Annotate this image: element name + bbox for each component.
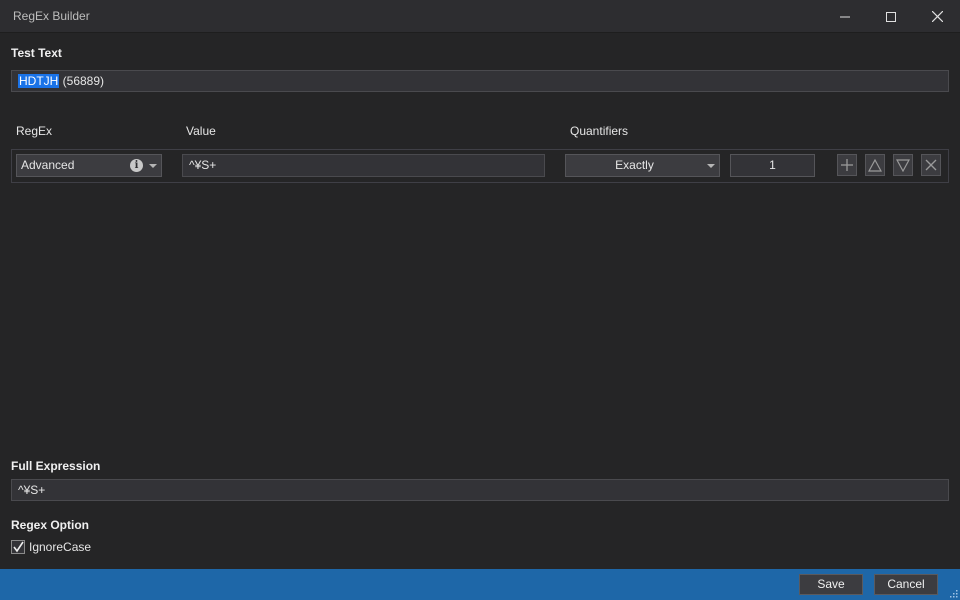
value-text: ^¥S+ [189,158,217,172]
column-header-quantifiers: Quantifiers [570,124,629,138]
column-header-value: Value [186,124,216,138]
plus-icon [841,159,853,171]
chevron-down-icon [707,164,715,168]
triangle-up-icon [868,158,882,172]
ignore-case-label[interactable]: IgnoreCase [29,540,91,554]
test-text-input[interactable]: HDTJH (56889) [11,70,949,92]
minimize-button[interactable] [822,0,868,33]
regex-type-value: Advanced [21,158,75,172]
checkmark-icon [13,541,24,553]
full-expression-field[interactable]: ^¥S+ [11,479,949,501]
ignore-case-checkbox[interactable] [11,540,25,554]
full-expression-label: Full Expression [11,459,101,473]
chevron-down-icon [149,164,157,168]
maximize-icon [886,11,896,22]
quantifier-value: Exactly [615,158,654,172]
add-row-button[interactable] [837,154,857,176]
move-up-button[interactable] [865,154,885,176]
window-title: RegEx Builder [13,9,90,23]
selected-text: HDTJH [18,74,60,88]
close-icon [931,11,943,22]
test-text-label: Test Text [11,46,62,60]
quantifier-dropdown[interactable]: Exactly [565,154,720,177]
footer-bar: Save Cancel [0,569,960,600]
column-header-regex: RegEx [16,124,53,138]
close-window-button[interactable] [914,0,960,33]
save-button[interactable]: Save [799,574,863,595]
info-icon[interactable]: i [130,159,143,172]
remove-row-button[interactable] [921,154,941,176]
quantifier-count: 1 [769,158,776,172]
move-down-button[interactable] [893,154,913,176]
x-icon [925,159,937,171]
title-bar: RegEx Builder [0,0,960,33]
full-expression-value: ^¥S+ [18,483,46,497]
resize-grip-icon[interactable] [948,588,958,598]
test-text-rest: (56889) [59,74,105,88]
minimize-icon [840,16,850,17]
value-input[interactable]: ^¥S+ [182,154,545,177]
regex-option-label: Regex Option [11,518,90,532]
regex-type-dropdown[interactable]: Advanced i [16,154,162,177]
quantifier-count-input[interactable]: 1 [730,154,815,177]
maximize-button[interactable] [868,0,914,33]
triangle-down-icon [896,158,910,172]
cancel-button[interactable]: Cancel [874,574,938,595]
